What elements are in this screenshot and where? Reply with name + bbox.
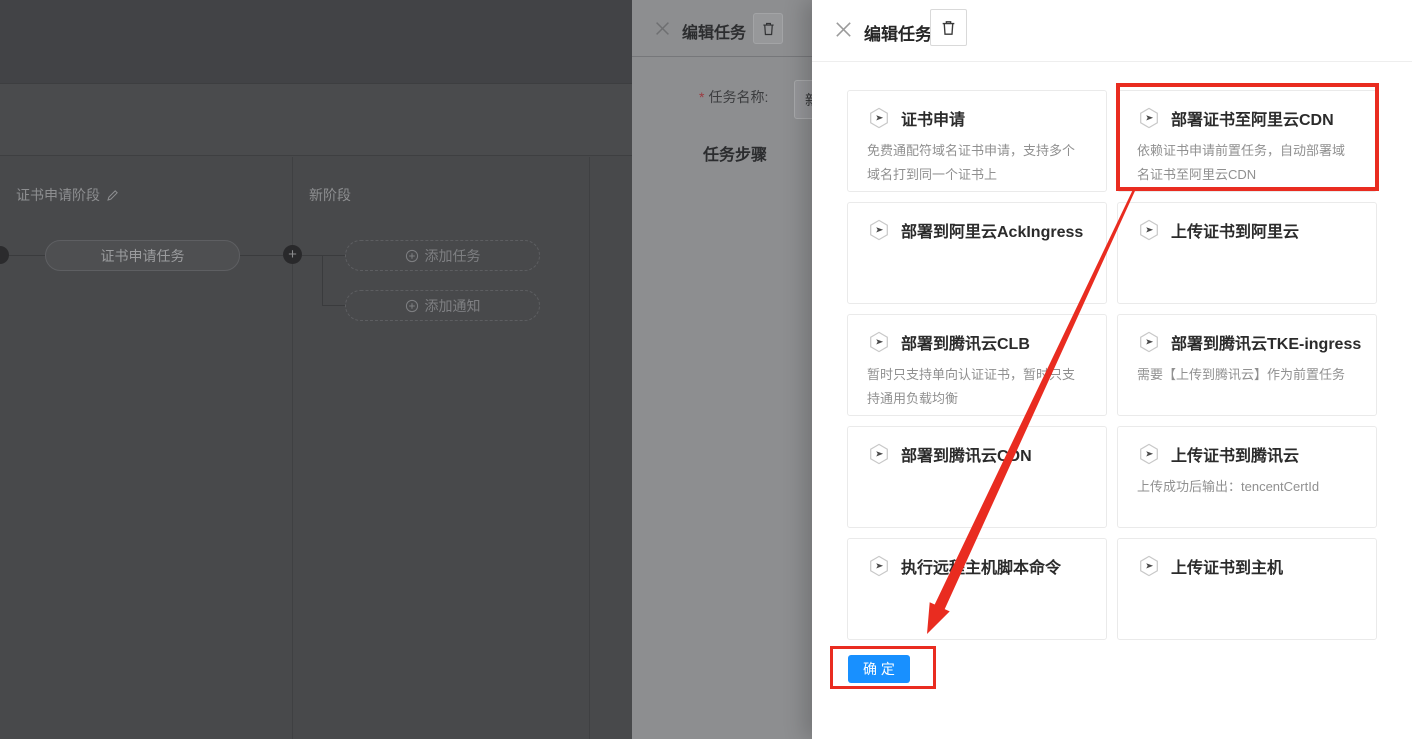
edit-task-drawer-front: 编辑任务 证书申请 免费通配符域名证书申请，支持多个域名打到同一个证书上 [812,0,1412,739]
task-type-title: 上传证书到主机 [1171,554,1283,578]
connector-line [302,255,345,256]
confirm-button[interactable]: 确 定 [848,655,910,683]
plugin-hexagon-icon [1137,442,1161,466]
task-steps-heading: 任务步骤 [703,141,767,165]
task-type-title: 上传证书到阿里云 [1171,218,1299,242]
plugin-hexagon-icon [867,442,891,466]
drawer-title: 编辑任务 [682,19,746,43]
add-task-button[interactable]: 添加任务 [345,240,540,271]
connector-line [240,255,283,256]
delete-task-button[interactable] [753,13,783,44]
task-type-description: 免费通配符域名证书申请，支持多个域名打到同一个证书上 [867,139,1087,187]
plugin-hexagon-icon [1137,554,1161,578]
task-type-card[interactable]: 执行远程主机脚本命令 [847,538,1107,640]
delete-task-button[interactable] [930,9,967,46]
connector-line [322,255,323,306]
task-type-card-grid: 证书申请 免费通配符域名证书申请，支持多个域名打到同一个证书上 部署证书至阿里云… [847,90,1377,640]
task-type-card[interactable]: 部署到腾讯云CLB 暂时只支持单向认证证书，暂时只支持通用负载均衡 [847,314,1107,416]
task-type-description: 依赖证书申请前置任务，自动部署域名证书至阿里云CDN [1137,139,1357,187]
stage-divider [589,157,590,739]
task-type-card[interactable]: 部署到阿里云AckIngress [847,202,1107,304]
edit-pencil-icon[interactable] [106,189,119,202]
task-type-card[interactable]: 证书申请 免费通配符域名证书申请，支持多个域名打到同一个证书上 [847,90,1107,192]
task-node-cert-request[interactable]: 证书申请任务 [45,240,240,271]
screenshot-root: 证书申请阶段 新阶段 证书申请任务 + 添加任务 [0,0,1412,739]
add-notify-button[interactable]: 添加通知 [345,290,540,321]
required-mark: * [699,89,704,105]
task-type-card[interactable]: 上传证书到腾讯云 上传成功后输出：tencentCertId [1117,426,1377,528]
circle-plus-icon [405,299,419,313]
task-type-card[interactable]: 上传证书到主机 [1117,538,1377,640]
circle-plus-icon [405,249,419,263]
task-type-title: 部署到腾讯云TKE-ingress [1171,330,1361,354]
task-name-label-text: 任务名称: [708,89,768,105]
plugin-hexagon-icon [1137,106,1161,130]
task-type-description: 暂时只支持单向认证证书，暂时只支持通用负载均衡 [867,363,1087,411]
stage2-label-text: 新阶段 [309,185,351,205]
trash-icon [940,19,957,37]
task-type-card[interactable]: 部署到腾讯云CDN [847,426,1107,528]
task-type-title: 执行远程主机脚本命令 [901,554,1061,578]
task-type-card[interactable]: 上传证书到阿里云 [1117,202,1377,304]
task-type-card[interactable]: 部署证书至阿里云CDN 依赖证书申请前置任务，自动部署域名证书至阿里云CDN [1117,90,1377,192]
stage1-label: 证书申请阶段 [16,185,119,205]
task-type-card[interactable]: 部署到腾讯云TKE-ingress 需要【上传到腾讯云】作为前置任务 [1117,314,1377,416]
add-stage-plus-button[interactable]: + [283,245,302,264]
add-notify-label: 添加通知 [425,296,481,316]
task-type-description: 需要【上传到腾讯云】作为前置任务 [1137,363,1357,387]
plugin-hexagon-icon [867,554,891,578]
task-type-title: 部署证书至阿里云CDN [1171,106,1334,130]
add-task-label: 添加任务 [425,246,481,266]
connector-line [322,305,345,306]
close-icon[interactable] [835,21,852,38]
plugin-hexagon-icon [867,330,891,354]
task-type-title: 部署到腾讯云CLB [901,330,1030,354]
edit-task-drawer-behind: 编辑任务 *任务名称: 任务步骤 [632,0,812,739]
plugin-hexagon-icon [1137,330,1161,354]
trash-icon [761,21,776,37]
drawer-title: 编辑任务 [864,20,932,45]
task-name-input[interactable] [794,80,812,119]
task-type-description: 上传成功后输出：tencentCertId [1137,475,1357,499]
plugin-hexagon-icon [867,218,891,242]
plus-icon: + [288,247,297,262]
stage2-label: 新阶段 [309,185,351,205]
task-type-title: 上传证书到腾讯云 [1171,442,1299,466]
task-type-title: 部署到阿里云AckIngress [901,218,1083,242]
task-name-label: *任务名称: [699,87,768,107]
stage1-label-text: 证书申请阶段 [16,185,100,205]
plugin-hexagon-icon [1137,218,1161,242]
plugin-hexagon-icon [867,106,891,130]
task-type-title: 部署到腾讯云CDN [901,442,1032,466]
task-node-label: 证书申请任务 [101,246,185,266]
task-type-title: 证书申请 [901,106,965,130]
close-icon[interactable] [655,21,670,36]
